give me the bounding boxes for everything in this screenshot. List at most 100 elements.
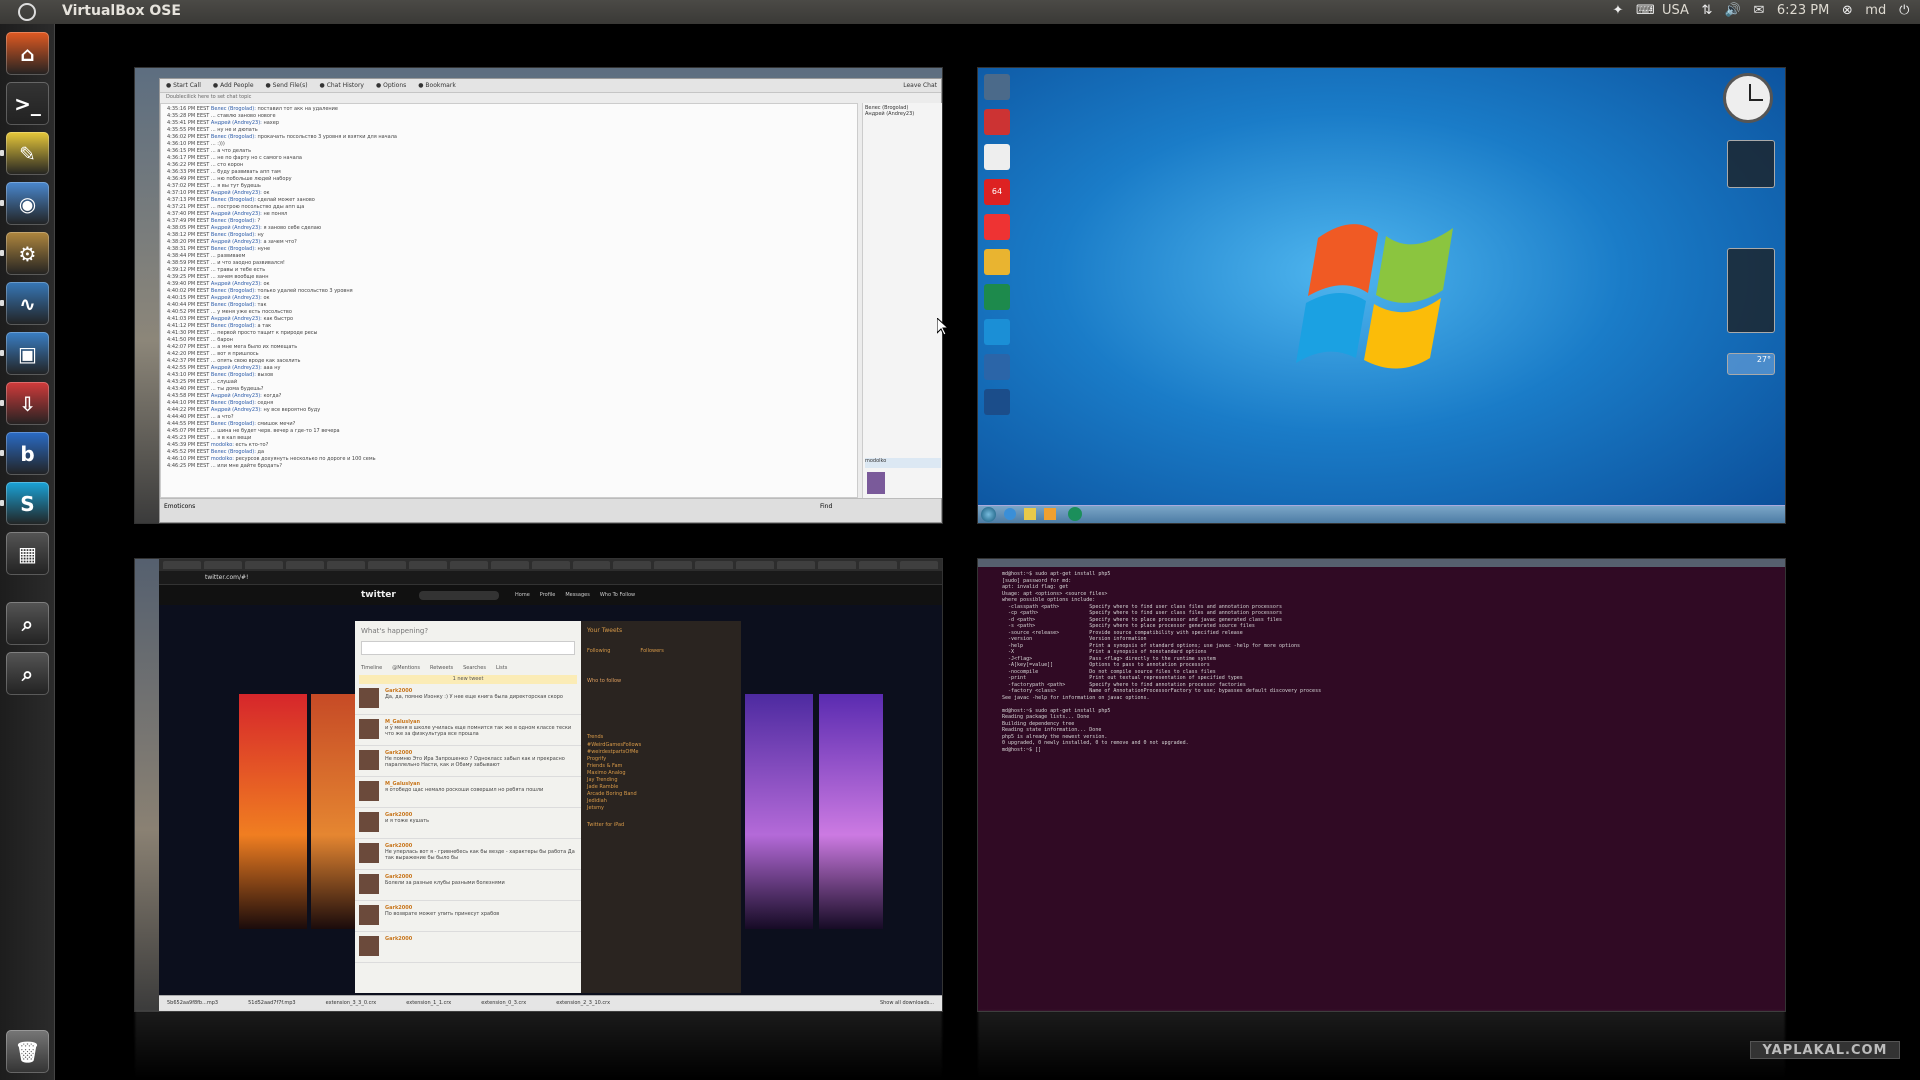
ubuntu-logo-icon[interactable] [18, 3, 36, 21]
tweet-author[interactable]: Gark2000 [385, 936, 412, 942]
avatar[interactable] [359, 874, 379, 894]
workspace-4[interactable]: md@host:~$ sudo apt-get install php5 [sud… [978, 559, 1785, 1011]
start-button-icon[interactable] [981, 507, 996, 522]
toolbar-bookmarkbutton[interactable]: ● Bookmark [418, 82, 456, 89]
tweet[interactable]: M_Galuslyan и у меня в школе училась еще … [355, 715, 581, 746]
toolbar-optionsbutton[interactable]: ● Options [376, 82, 406, 89]
workspace-1[interactable]: ● Start Call ● Add People ● Send File(s) ● … [135, 68, 942, 523]
avatar[interactable] [359, 750, 379, 770]
leave-chat-button[interactable]: Leave Chat [903, 82, 937, 89]
avatar[interactable] [359, 905, 379, 925]
your-tweets[interactable]: Your Tweets [587, 627, 735, 634]
trash-icon[interactable]: 🗑 [6, 1030, 49, 1073]
trend-item[interactable]: #WeirdGamesFollows [587, 742, 735, 749]
filter-tab[interactable]: @Mentions [392, 665, 420, 671]
launcher-chromium-icon[interactable]: ◉ [6, 182, 49, 225]
tweet[interactable]: M_Galuslyan я отобедо щас немало роскоши … [355, 777, 581, 808]
launcher-notes-icon[interactable]: ✎ [6, 132, 49, 175]
skype-chat-window[interactable]: ● Start Call ● Add People ● Send File(s) ● … [159, 78, 942, 523]
tweet[interactable]: Gark2000 Не помню Это Ира Запрошенко ? Од… [355, 746, 581, 777]
find-button[interactable]: Find [820, 503, 832, 510]
network-gadget[interactable] [1727, 248, 1775, 333]
workspace-3[interactable]: twitter.com/#! twitter Home Profile Messag… [135, 559, 942, 1011]
desktop-computer-icon[interactable] [984, 74, 1010, 100]
avatar[interactable] [359, 781, 379, 801]
nav-home[interactable]: Home [515, 592, 530, 598]
desktop-recycle-icon[interactable] [984, 109, 1010, 135]
tweet[interactable]: Gark2000 По возврате может упить принесут… [355, 901, 581, 932]
toolbar-send-file-s-button[interactable]: ● Send File(s) [266, 82, 308, 89]
filter-tab[interactable]: Searches [463, 665, 486, 671]
tweet[interactable]: Gark2000 Не уперлась вот я - гривнебесь к… [355, 839, 581, 870]
utorrent-icon[interactable] [1068, 507, 1082, 521]
launcher-browser-b-icon[interactable]: b [6, 432, 49, 475]
trend-item[interactable]: Jetsmy [587, 805, 735, 812]
user-name[interactable]: md [1865, 3, 1886, 18]
clock[interactable]: 6:23 PM [1777, 3, 1829, 18]
trend-item[interactable]: #weirdestpartsOfMe [587, 749, 735, 756]
toolbar-chat-historybutton[interactable]: ● Chat History [320, 82, 364, 89]
chat-topic[interactable]: Doublecilick here to set chat topic [160, 93, 941, 101]
toolbar-start-callbutton[interactable]: ● Start Call [166, 82, 201, 89]
launcher-search-apps-icon[interactable]: ⌕ [6, 602, 49, 645]
filter-tab[interactable]: Timeline [361, 665, 382, 671]
launcher-search-files-icon[interactable]: ⌕ [6, 652, 49, 695]
download-item[interactable]: 51d52aad7f7f.mp3 [248, 1000, 296, 1007]
cpu-gadget[interactable] [1727, 140, 1775, 188]
filter-tab[interactable]: Retweets [430, 665, 453, 671]
followers-label[interactable]: Followers [640, 648, 663, 654]
trend-item[interactable]: Jade Ramble [587, 784, 735, 791]
trend-item[interactable]: Jedidiah [587, 798, 735, 805]
workspace-2[interactable]: 64 27° [978, 68, 1785, 523]
trend-item[interactable]: Arcade Boring Band [587, 791, 735, 798]
media-player-icon[interactable] [1044, 508, 1056, 520]
launcher-uget-icon[interactable]: ⇩ [6, 382, 49, 425]
launcher-software-center-icon[interactable]: ⚙ [6, 232, 49, 275]
desktop-flash-icon[interactable] [984, 354, 1010, 380]
desktop-google-chrome-icon[interactable] [984, 214, 1010, 240]
download-item[interactable]: extension_0_3.crx [481, 1000, 526, 1007]
download-item[interactable]: extension_1_1.crx [406, 1000, 451, 1007]
dropbox-icon[interactable]: ✦ [1610, 3, 1626, 18]
user-status-icon[interactable]: ⊗ [1839, 3, 1855, 18]
launcher-workspaces-icon[interactable]: ▦ [6, 532, 49, 575]
chat-log[interactable]: 4:35:16 PM EEST Велес (Brogolad): постав… [160, 103, 858, 498]
filter-tab[interactable]: Lists [496, 665, 507, 671]
nav-profile[interactable]: Profile [540, 592, 556, 598]
avatar[interactable] [359, 843, 379, 863]
participants-panel[interactable]: Велес (Brogolad) Андрей (Andrey23) modol… [862, 103, 942, 498]
download-item[interactable]: 5b652aa9f8fb...mp3 [167, 1000, 218, 1007]
trend-item[interactable]: Maximo Analog [587, 770, 735, 777]
participant[interactable]: Андрей (Andrey23) [865, 111, 940, 117]
tweet[interactable]: Gark2000 [355, 932, 581, 963]
tab-strip[interactable] [159, 559, 942, 571]
twitter-logo[interactable]: twitter [361, 590, 396, 600]
nav-messages[interactable]: Messages [565, 592, 590, 598]
clock-gadget[interactable] [1723, 73, 1773, 123]
keyboard-icon[interactable]: ⌨ [1636, 3, 1655, 18]
address-bar[interactable]: twitter.com/#! [159, 571, 942, 585]
avatar[interactable] [359, 719, 379, 739]
following-label[interactable]: Following [587, 648, 610, 654]
emoticons-button[interactable]: Emoticons [164, 503, 195, 510]
power-icon[interactable]: ⏻ [1896, 3, 1912, 18]
download-item[interactable]: extension_2_3_10.crx [556, 1000, 610, 1007]
launcher-virtualbox-icon[interactable]: ▣ [6, 332, 49, 375]
search-input[interactable] [419, 591, 499, 600]
compose-input[interactable] [361, 641, 575, 655]
tweet[interactable]: Gark2000 и я тоже кушать [355, 808, 581, 839]
network-icon[interactable]: ⇅ [1699, 3, 1715, 18]
weather-gadget[interactable]: 27° [1727, 353, 1775, 375]
new-tweet-bar[interactable]: 1 new tweet [359, 675, 577, 684]
avatar[interactable] [359, 936, 379, 956]
desktop-64-icon[interactable]: 64 [984, 179, 1010, 205]
launcher-home-folder-icon[interactable]: ⌂ [6, 32, 49, 75]
trend-item[interactable]: Progrify [587, 756, 735, 763]
show-all-downloads-link[interactable]: Show all downloads... [880, 1000, 934, 1007]
launcher-terminal-icon[interactable]: >_ [6, 82, 49, 125]
toolbar-add-peoplebutton[interactable]: ● Add People [213, 82, 254, 89]
explorer-icon[interactable] [1024, 508, 1036, 520]
download-item[interactable]: extension_3_3_0.crx [326, 1000, 377, 1007]
twitter-for-ipad[interactable]: Twitter for iPad [587, 822, 735, 828]
trend-item[interactable]: Jay Trending [587, 777, 735, 784]
